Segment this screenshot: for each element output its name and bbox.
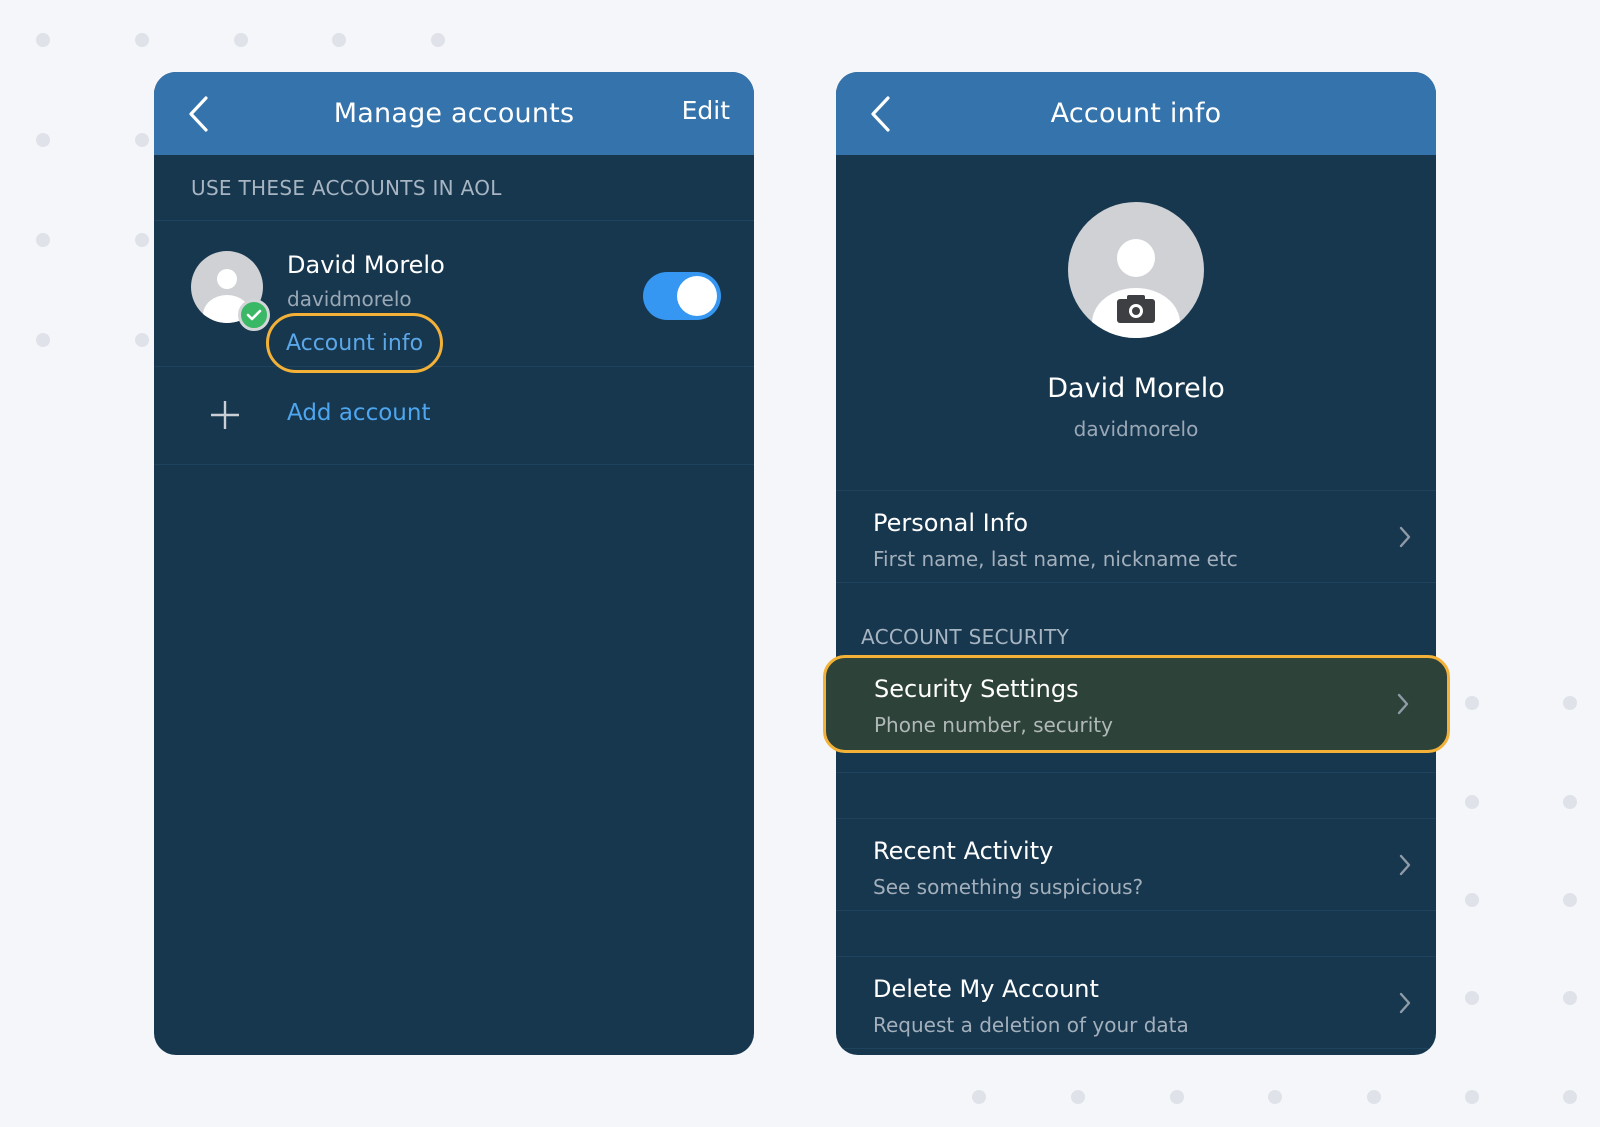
header-bar: Manage accounts Edit <box>154 72 754 155</box>
chevron-right-icon <box>1399 854 1411 876</box>
chevron-right-icon <box>1399 526 1411 548</box>
delete-account-title: Delete My Account <box>873 975 1099 1003</box>
account-info-link[interactable]: Account info <box>266 313 443 373</box>
security-settings-item[interactable]: Security Settings Phone number, security <box>823 655 1450 753</box>
account-info-screen: Account info David Morelo davidmorelo Pe… <box>836 72 1436 1055</box>
recent-activity-subtitle: See something suspicious? <box>873 875 1144 899</box>
delete-account-item[interactable]: Delete My Account Request a deletion of … <box>836 957 1436 1049</box>
section-header: ACCOUNT SECURITY <box>861 625 1070 649</box>
personal-info-item[interactable]: Personal Info First name, last name, nic… <box>836 491 1436 583</box>
security-settings-title: Security Settings <box>874 675 1079 703</box>
profile-username: davidmorelo <box>1073 417 1199 441</box>
back-arrow-icon[interactable] <box>868 94 894 134</box>
header-bar: Account info <box>836 72 1436 155</box>
add-account-label: Add account <box>287 400 431 426</box>
personal-info-subtitle: First name, last name, nickname etc <box>873 547 1238 571</box>
check-icon <box>238 299 270 331</box>
recent-activity-item[interactable]: Recent Activity See something suspicious… <box>836 819 1436 911</box>
page-title: Manage accounts <box>333 98 575 129</box>
toggle-knob <box>677 276 717 316</box>
plus-icon <box>211 401 239 429</box>
camera-icon <box>1117 295 1155 323</box>
profile-section: David Morelo davidmorelo <box>836 155 1436 491</box>
profile-avatar[interactable] <box>1068 202 1204 338</box>
back-arrow-icon[interactable] <box>186 94 212 134</box>
add-account-button[interactable]: Add account <box>154 367 754 465</box>
section-header: USE THESE ACCOUNTS IN AOL <box>154 155 754 221</box>
account-name: David Morelo <box>287 251 445 279</box>
chevron-right-icon <box>1397 693 1409 715</box>
divider <box>836 911 1436 957</box>
page-title: Account info <box>1050 98 1222 129</box>
profile-name: David Morelo <box>1047 373 1225 404</box>
recent-activity-title: Recent Activity <box>873 837 1054 865</box>
account-row: David Morelo davidmorelo Account info <box>154 221 754 373</box>
security-settings-subtitle: Phone number, security <box>874 713 1113 737</box>
manage-accounts-screen: Manage accounts Edit USE THESE ACCOUNTS … <box>154 72 754 1055</box>
account-toggle[interactable] <box>643 272 721 320</box>
delete-account-subtitle: Request a deletion of your data <box>873 1013 1189 1037</box>
personal-info-title: Personal Info <box>873 509 1029 537</box>
account-username: davidmorelo <box>287 287 412 311</box>
edit-button[interactable]: Edit <box>682 96 730 125</box>
divider <box>836 773 1436 819</box>
chevron-right-icon <box>1399 992 1411 1014</box>
